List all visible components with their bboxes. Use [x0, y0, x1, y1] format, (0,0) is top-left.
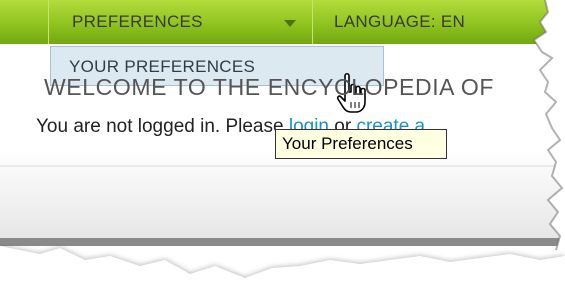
preferences-menu-label: PREFERENCES: [72, 12, 203, 31]
language-menu[interactable]: LANGUAGE: EN: [334, 0, 465, 44]
nav-divider: [312, 0, 313, 44]
top-navigation-bar: PREFERENCES LANGUAGE: EN: [0, 0, 565, 44]
login-status-text: You are not logged in. Please: [36, 116, 284, 137]
nav-divider: [48, 0, 49, 44]
tooltip: Your Preferences: [275, 129, 447, 159]
caret-down-icon: [284, 20, 296, 27]
welcome-heading: WELCOME TO THE ENCYCLOPEDIA OF: [44, 74, 494, 100]
content-divider-band: [0, 238, 565, 246]
screenshot: PREFERENCES LANGUAGE: EN WELCOME TO THE …: [0, 0, 565, 295]
preferences-menu[interactable]: PREFERENCES: [62, 0, 312, 44]
